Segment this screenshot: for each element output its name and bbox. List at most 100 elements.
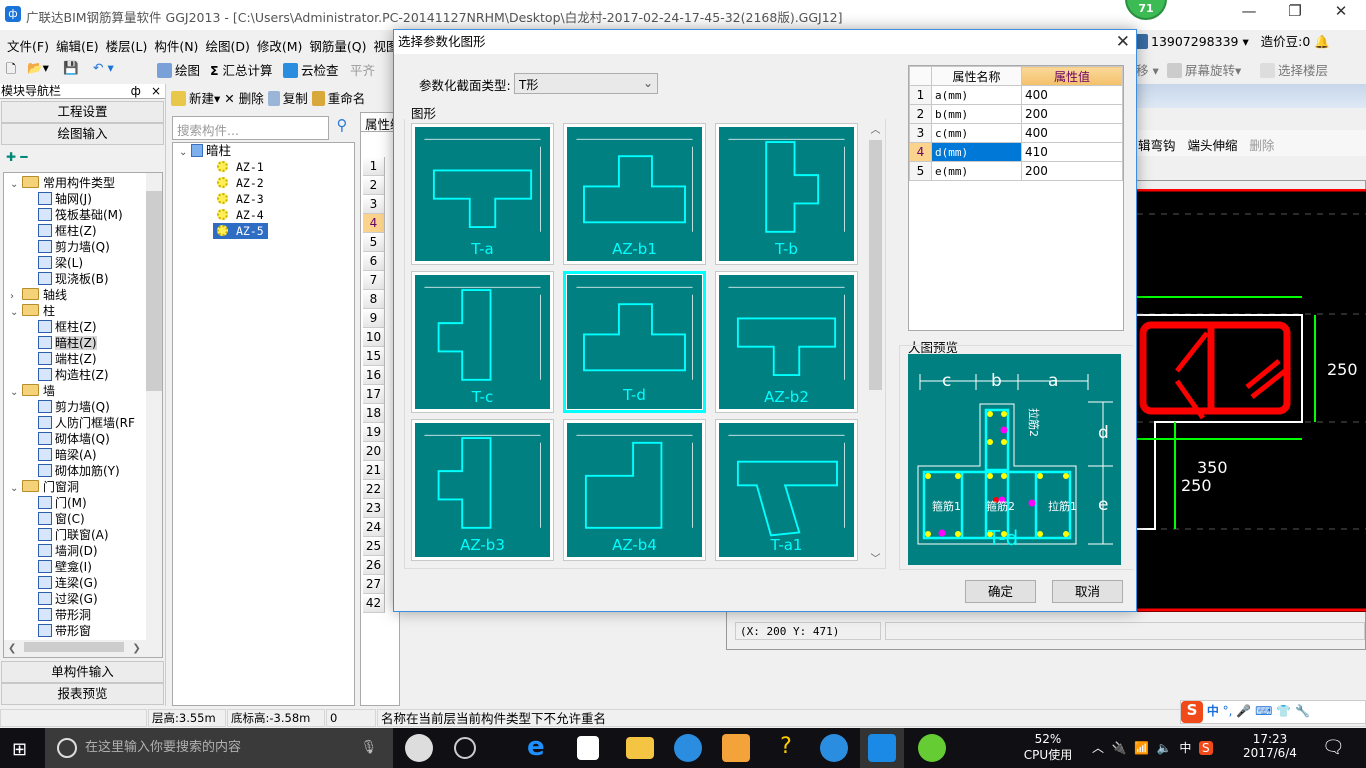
cpu-usage[interactable]: 52% CPU使用 [1020,732,1076,763]
tree-item[interactable]: 暗梁(A) [10,447,145,463]
grid-row-number[interactable]: 20 [363,442,385,461]
delete-component-button[interactable]: ✕ 删除 [224,91,263,106]
menu-component[interactable]: 构件(N) [147,30,198,55]
grid-row-number[interactable]: 19 [363,423,385,442]
shape-thumbnail[interactable]: T-c [411,271,554,413]
grid-row-number[interactable]: 22 [363,480,385,499]
tree-item[interactable]: 剪力墙(Q) [10,239,145,255]
report-preview-button[interactable]: 报表预览 [1,683,164,705]
clock[interactable]: 17:23 2017/6/4 [1240,732,1300,760]
component-item[interactable]: AZ-3 [213,191,354,207]
glodon-g-icon[interactable] [820,734,848,762]
property-row[interactable]: 2 b(mm) 200 [909,104,1123,124]
nav-tree-vscrollbar[interactable] [146,173,162,641]
ok-button[interactable]: 确定 [965,580,1036,603]
grid-row-number[interactable]: 23 [363,499,385,518]
microphone-icon[interactable]: 🎙 [360,728,377,768]
grid-row-number[interactable]: 6 [363,252,385,271]
help-app-icon[interactable]: ? [772,734,800,762]
ime-mode[interactable]: 中 [1207,704,1219,718]
tree-folder[interactable]: ⌄ 门窗洞 [10,479,145,495]
tree-item[interactable]: 构造柱(Z) [10,367,145,383]
grid-row-number[interactable]: 10 [363,328,385,347]
menu-file[interactable]: 文件(F) [0,30,49,55]
tree-folder[interactable]: ⌄ 常用构件类型 [10,175,145,191]
cad-drawing[interactable]: 250 350 250 [1137,189,1366,612]
single-component-input-button[interactable]: 单构件输入 [1,661,164,683]
shape-thumbnail[interactable]: T-a1 [715,419,858,561]
green-app-icon[interactable] [918,734,946,762]
windows-start-icon[interactable]: ⊞ [12,739,27,760]
restore-button[interactable]: ❐ [1272,0,1318,24]
collapse-all-icon[interactable]: ━ [20,150,27,164]
tree-item[interactable]: 梁(L) [10,255,145,271]
copy-component-button[interactable]: 复制 [267,91,308,106]
shape-thumbnail[interactable]: AZ-b4 [563,419,706,561]
scroll-thumb[interactable] [146,191,162,391]
component-item[interactable]: AZ-5 [213,223,354,239]
grid-row-number[interactable]: 15 [363,347,385,366]
grid-row-number[interactable]: 7 [363,271,385,290]
tree-item[interactable]: 连梁(G) [10,575,145,591]
skin-icon[interactable]: 👕 [1276,704,1291,718]
shape-thumbnail[interactable]: AZ-b1 [563,123,706,265]
action-center-icon[interactable]: 🗨 [1322,737,1345,758]
save-icon[interactable]: 💾 [63,60,79,76]
sogou-icon[interactable]: S [1181,701,1203,723]
project-settings-button[interactable]: 工程设置 [1,101,164,123]
wrench-icon[interactable]: 🔧 [1295,704,1310,718]
file-explorer-icon[interactable] [626,737,654,759]
grid-row-number[interactable]: 16 [363,366,385,385]
tree-item[interactable]: 端柱(Z) [10,351,145,367]
summary-calc-button[interactable]: Σ 汇总计算 [210,60,273,79]
property-row[interactable]: 5 e(mm) 200 [909,161,1123,181]
align-button[interactable]: 平齐 [350,60,375,79]
shape-thumbnail[interactable]: AZ-b3 [411,419,554,561]
glodon-app-icon[interactable] [674,734,702,762]
tree-item[interactable]: 带形窗 [10,623,145,639]
grid-row-number[interactable]: 2 [363,176,385,195]
tree-item[interactable]: 墙洞(D) [10,543,145,559]
property-row[interactable]: 3 c(mm) 400 [909,123,1123,143]
tree-root-hidden-column[interactable]: ⌄ 暗柱 [173,143,354,159]
swirl-app-icon[interactable] [454,737,476,759]
tray-ime[interactable]: 中 [1179,741,1191,755]
tree-item[interactable]: 轴网(J) [10,191,145,207]
scroll-down-icon[interactable]: ﹀ [867,550,884,565]
expand-all-icon[interactable]: ✚ [6,150,16,164]
tree-item[interactable]: 人防门框墙(RF [10,415,145,431]
open-folder-icon[interactable]: 📂▾ [27,60,49,76]
grid-row-number[interactable]: 24 [363,518,385,537]
tree-item[interactable]: 暗柱(Z) [10,335,145,351]
component-item[interactable]: AZ-2 [213,175,354,191]
end-extend-button[interactable]: 端头伸缩 [1187,138,1237,153]
menu-edit[interactable]: 编辑(E) [49,30,99,55]
section-type-select[interactable]: T形 ⌄ [514,73,658,94]
undo-icon[interactable]: ↶ ▾ [93,60,114,75]
edge-icon[interactable]: e [527,734,555,762]
grid-row-number[interactable]: 17 [363,385,385,404]
cloud-check-button[interactable]: 云检查 [283,60,339,79]
close-icon[interactable]: × [151,84,161,98]
draw-button[interactable]: 绘图 [157,60,200,79]
property-value-input[interactable]: 400 [1021,85,1123,105]
grid-row-number[interactable]: 5 [363,233,385,252]
cancel-button[interactable]: 取消 [1052,580,1123,603]
tree-item[interactable]: 过梁(G) [10,591,145,607]
nav-tree-hscrollbar[interactable]: ❮ ❯ [4,640,162,657]
menu-draw[interactable]: 绘图(D) [198,30,249,55]
grid-row-number[interactable]: 3 [363,195,385,214]
component-item[interactable]: AZ-1 [213,159,354,175]
gallery-scroll-thumb[interactable] [869,140,882,390]
menu-modify[interactable]: 修改(M) [250,30,303,55]
tree-item[interactable]: 壁龛(I) [10,559,145,575]
fan-app-icon[interactable] [405,734,433,762]
property-row[interactable]: 1 a(mm) 400 [909,85,1123,105]
grid-row-number[interactable]: 42 [363,594,385,613]
tree-folder[interactable]: › 轴线 [10,287,145,303]
menu-rebar[interactable]: 钢筋量(Q) [302,30,366,55]
store-icon[interactable] [577,736,599,760]
grid-row-number[interactable]: 8 [363,290,385,309]
search-icon[interactable]: ⚲ [331,116,353,140]
dialog-close-button[interactable]: ✕ [1116,30,1130,54]
